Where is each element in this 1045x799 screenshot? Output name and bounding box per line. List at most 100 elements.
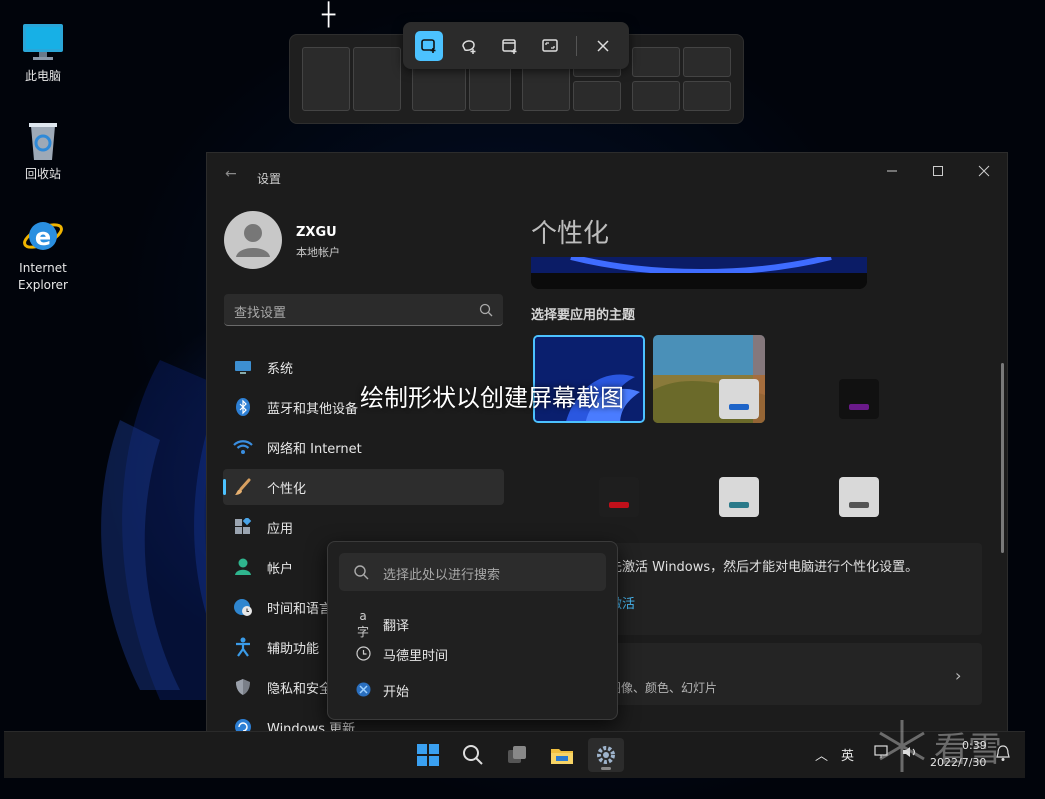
snap-zone[interactable] [353, 47, 401, 111]
settings-taskbar-button[interactable] [588, 738, 624, 772]
theme-color-badge [839, 477, 879, 517]
task-view-icon [508, 746, 526, 763]
snap-zone[interactable] [632, 81, 680, 111]
settings-icon [597, 746, 615, 764]
desktop-icon-label: 此电脑 [24, 69, 61, 83]
selection-indicator [223, 479, 226, 495]
bluetooth-icon [233, 397, 253, 417]
settings-search-input[interactable]: 查找设置 [224, 294, 503, 326]
page-title: 个性化 [531, 219, 610, 249]
window-snip-icon [501, 38, 517, 54]
apps-icon [233, 517, 253, 537]
background-subtitle: 图像、颜色、幻灯片 [609, 681, 718, 695]
theme-flow[interactable] [565, 433, 677, 521]
search-placeholder: 查找设置 [234, 306, 287, 321]
back-arrow-icon[interactable]: ← [225, 166, 237, 182]
file-explorer-icon [551, 749, 573, 764]
snap-zone[interactable] [683, 47, 731, 77]
update-icon [233, 717, 253, 731]
desktop-icon-this-pc[interactable]: 此电脑 [8, 20, 78, 85]
snap-zone[interactable] [632, 47, 680, 77]
sidebar-item-label: 帐户 [267, 561, 294, 577]
account-type: 本地帐户 [296, 246, 340, 259]
search-icon [479, 302, 493, 321]
start-button[interactable] [410, 738, 446, 772]
snipping-toolbar [403, 22, 629, 69]
sidebar-item-label: 系统 [267, 361, 294, 377]
theme-preview [531, 257, 867, 289]
accessibility-icon [233, 637, 253, 657]
content-scrollbar[interactable] [1001, 363, 1004, 553]
desktop-icon-label: Internet Explorer [18, 261, 68, 292]
taskbar-search-button[interactable] [455, 738, 491, 772]
minimize-button[interactable] [877, 161, 907, 181]
snip-instruction-caption: 绘制形状以创建屏幕截图 [360, 384, 624, 412]
sidebar-item-personalization[interactable]: 个性化 [223, 469, 504, 505]
desktop-icon-recycle-bin[interactable]: 回收站 [8, 118, 78, 183]
ime-indicator[interactable]: 英 [841, 745, 854, 764]
flyout-item-madrid-time[interactable]: 马德里时间 [354, 645, 448, 664]
snap-zone[interactable] [302, 47, 350, 111]
flyout-search-input[interactable]: 选择此处以进行搜索 [339, 553, 606, 591]
sidebar-item-label: 个性化 [267, 481, 307, 497]
theme-light[interactable] [805, 433, 917, 521]
freeform-snip-icon [462, 39, 476, 54]
sidebar-item-label: 网络和 Internet [267, 441, 362, 457]
window-snip-button[interactable] [495, 31, 523, 61]
flyout-item-label: 翻译 [383, 619, 410, 634]
globe-clock-icon [233, 597, 253, 617]
theme-captured-motion[interactable] [805, 335, 917, 423]
close-snip-button[interactable] [589, 31, 617, 61]
shield-icon [233, 677, 253, 697]
user-avatar-icon [236, 224, 270, 257]
wifi-icon [233, 437, 253, 457]
snap-zone[interactable] [683, 81, 731, 111]
fullscreen-snip-icon [542, 38, 558, 52]
sidebar-item-label: 辅助功能 [267, 641, 320, 657]
monitor-icon [21, 20, 65, 64]
theme-color-badge [599, 477, 639, 517]
watermark-text: 看雪 [934, 730, 1002, 770]
monitor-icon [233, 357, 253, 377]
avatar[interactable] [224, 211, 282, 269]
window-title: 设置 [257, 172, 282, 186]
clock-icon [354, 645, 372, 664]
theme-glow[interactable] [653, 335, 765, 423]
rectangle-snip-button[interactable] [415, 30, 444, 61]
theme-sunrise[interactable] [685, 433, 797, 521]
recycle-bin-icon [21, 118, 65, 162]
close-icon [597, 39, 609, 52]
search-icon [463, 745, 483, 765]
theme-section-label: 选择要应用的主题 [531, 308, 636, 323]
sidebar-item-label: 时间和语言 [267, 601, 333, 617]
maximize-icon [933, 166, 943, 176]
activation-notice: 先激活 Windows，然后才能对电脑进行个性化设置。 [609, 560, 919, 575]
chevron-right-icon: › [955, 666, 962, 685]
sidebar-item-label: 蓝牙和其他设备 [267, 401, 359, 417]
flyout-item-label: 马德里时间 [383, 649, 449, 664]
brush-icon [233, 477, 253, 497]
svg-text:e: e [35, 223, 51, 251]
maximize-button[interactable] [923, 161, 953, 181]
crosshair-cursor-icon: ┼ [322, 3, 336, 28]
chevron-up-icon[interactable]: ︿ [815, 745, 828, 764]
sidebar-item-network[interactable]: 网络和 Internet [223, 429, 504, 465]
minimize-icon [887, 170, 897, 172]
theme-color-badge [839, 379, 879, 419]
freeform-snip-button[interactable] [455, 31, 483, 61]
translate-icon: a字 [356, 609, 369, 639]
fullscreen-snip-button[interactable] [536, 31, 564, 61]
person-icon [233, 557, 253, 577]
sidebar-item-apps[interactable]: 应用 [223, 509, 504, 545]
task-view-button[interactable] [499, 738, 535, 772]
close-window-button[interactable] [969, 161, 999, 181]
flyout-item-start[interactable]: 开始 [354, 681, 409, 700]
flyout-item-translate[interactable]: a字 翻译 [354, 609, 409, 640]
windows-logo-icon [417, 744, 439, 766]
search-icon [353, 564, 369, 584]
desktop-icon-internet-explorer[interactable]: e Internet Explorer [8, 212, 78, 294]
watermark-logo: 看雪 [872, 716, 1032, 776]
snowflake-icon [879, 720, 925, 772]
file-explorer-button[interactable] [544, 738, 580, 772]
snap-zone[interactable] [573, 81, 621, 111]
